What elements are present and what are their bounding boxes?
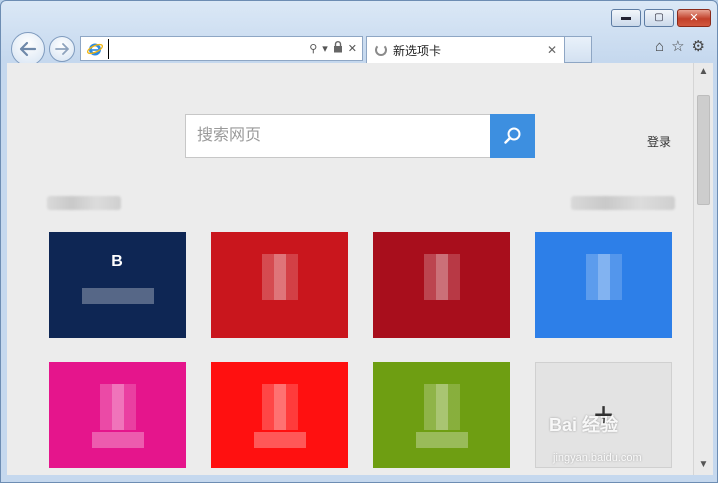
address-input[interactable] [108,38,310,59]
minimize-button[interactable]: ▬ [611,9,641,27]
stop-icon[interactable]: ✕ [348,42,357,55]
scroll-down-icon[interactable]: ▼ [694,456,713,473]
address-search-icon[interactable]: ⚲ [309,42,317,55]
section-label-left [47,196,121,210]
favorites-star-icon[interactable]: ☆ [671,38,684,56]
address-tools: ⚲ ▾ ✕ [309,41,362,56]
watermark-logo: Bai 经验 [549,415,619,435]
tile-blurred-text [91,432,144,448]
toolbar-icons: ⌂ ☆ ⚙ [655,38,705,56]
tile-blurred-text [415,432,468,448]
tile-blurred-icon [261,254,298,300]
browser-window: ▬ ▢ ✕ ⚲ ▾ ✕ 新选项卡 ✕ ⌂ ☆ ⚙ 搜索网页 登录 B + ▲ ▼… [0,0,718,483]
search-input[interactable] [186,115,490,157]
site-tile[interactable] [49,362,186,468]
back-arrow-icon [19,41,37,57]
tile-blurred-icon [423,384,460,430]
site-tile[interactable] [535,232,672,338]
site-tile[interactable]: B [49,232,186,338]
maximize-button[interactable]: ▢ [644,9,674,27]
home-icon[interactable]: ⌂ [655,38,664,56]
scroll-up-icon[interactable]: ▲ [694,63,713,80]
site-tile[interactable] [211,232,348,338]
login-link[interactable]: 登录 [647,133,671,150]
window-controls: ▬ ▢ ✕ [611,9,711,27]
tile-blurred-text [81,288,154,304]
tab-title: 新选项卡 [393,43,442,58]
tile-blurred-text [253,432,306,448]
tile-blurred-icon [423,254,460,300]
section-label-right [571,196,675,210]
gear-icon[interactable]: ⚙ [692,38,705,56]
search-button[interactable] [490,114,535,158]
forward-button[interactable] [49,36,75,62]
loading-spinner-icon [375,44,387,56]
tab-close-icon[interactable]: ✕ [544,43,560,57]
tile-blurred-icon [99,384,136,430]
scroll-thumb[interactable] [697,95,710,205]
forward-arrow-icon [55,43,69,55]
tile-blurred-icon [585,254,622,300]
tile-blurred-icon [261,384,298,430]
address-bar[interactable]: ⚲ ▾ ✕ [80,36,363,61]
new-tab-button[interactable] [565,36,592,63]
site-tile[interactable] [211,362,348,468]
tile-b-logo-icon: B [111,253,123,270]
search-box [185,114,491,158]
ie-logo-icon [84,41,106,57]
navigation-bar: ⚲ ▾ ✕ 新选项卡 ✕ ⌂ ☆ ⚙ [9,31,711,66]
watermark-url: jingyan.baidu.com [553,452,642,464]
lock-icon [333,41,343,56]
address-dropdown-icon[interactable]: ▾ [322,42,328,55]
site-tile[interactable] [373,362,510,468]
back-button[interactable] [11,32,45,66]
vertical-scrollbar[interactable]: ▲ ▼ [693,63,713,475]
search-icon [503,127,520,144]
tab-new-tab[interactable]: 新选项卡 ✕ [366,36,565,63]
close-window-button[interactable]: ✕ [677,9,711,27]
site-tile[interactable] [373,232,510,338]
